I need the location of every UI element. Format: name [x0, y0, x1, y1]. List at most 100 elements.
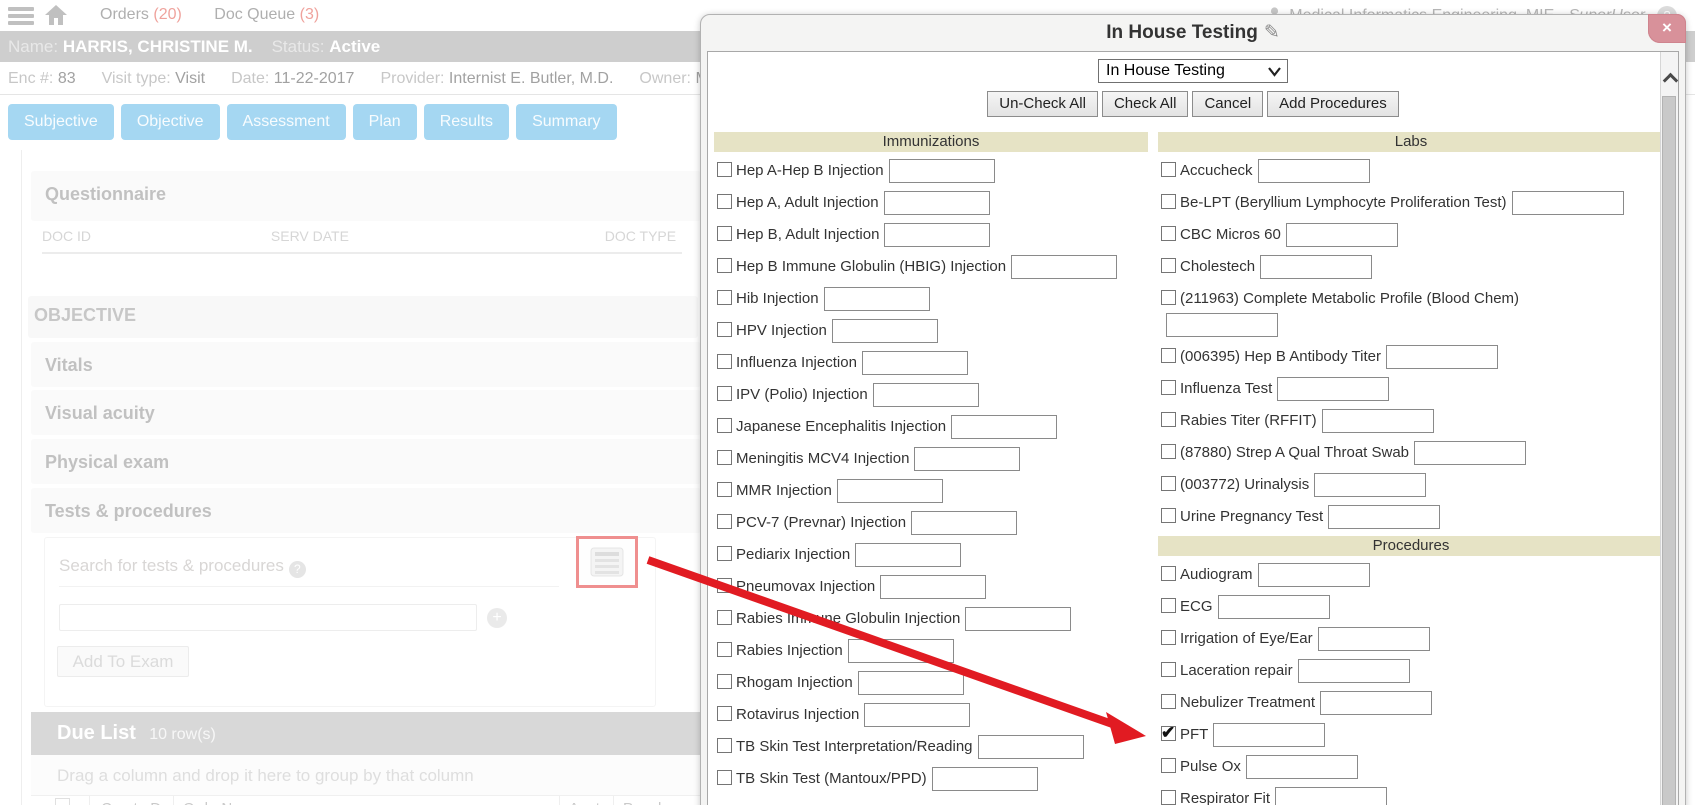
item-checkbox[interactable] — [1161, 444, 1176, 459]
scroll-up-icon[interactable] — [1661, 66, 1678, 90]
un-check-all-button[interactable]: Un-Check All — [987, 91, 1098, 117]
item-checkbox[interactable] — [1161, 630, 1176, 645]
item-checkbox[interactable] — [717, 162, 732, 177]
column-header-create-date[interactable]: Create D — [101, 800, 161, 805]
orders-link[interactable]: Orders (20) — [100, 6, 182, 23]
item-value-input[interactable] — [1275, 787, 1387, 805]
item-checkbox[interactable] — [1161, 726, 1176, 741]
column-header-appt[interactable]: Appt — [569, 800, 600, 805]
close-icon[interactable]: × — [1648, 14, 1686, 43]
item-value-input[interactable] — [1260, 255, 1372, 279]
tests-procedures-section-header[interactable]: Tests & procedures — [31, 488, 701, 533]
item-checkbox[interactable] — [717, 450, 732, 465]
item-value-input[interactable] — [1328, 505, 1440, 529]
item-checkbox[interactable] — [717, 642, 732, 657]
item-value-input[interactable] — [914, 447, 1020, 471]
item-checkbox[interactable] — [717, 738, 732, 753]
tab-plan[interactable]: Plan — [353, 104, 417, 140]
item-checkbox[interactable] — [717, 578, 732, 593]
item-value-input[interactable] — [1218, 595, 1330, 619]
item-value-input[interactable] — [880, 575, 986, 599]
scrollbar-thumb[interactable] — [1662, 96, 1676, 805]
item-value-input[interactable] — [864, 703, 970, 727]
item-value-input[interactable] — [911, 511, 1017, 535]
item-checkbox[interactable] — [1161, 226, 1176, 241]
cancel-button[interactable]: Cancel — [1192, 91, 1263, 117]
item-checkbox[interactable] — [1161, 476, 1176, 491]
tests-search-input[interactable] — [59, 604, 477, 631]
item-checkbox[interactable] — [717, 322, 732, 337]
item-value-input[interactable] — [855, 543, 961, 567]
item-checkbox[interactable] — [1161, 758, 1176, 773]
item-value-input[interactable] — [932, 767, 1038, 791]
item-value-input[interactable] — [1298, 659, 1410, 683]
item-value-input[interactable] — [832, 319, 938, 343]
item-value-input[interactable] — [1258, 563, 1370, 587]
item-value-input[interactable] — [1277, 377, 1389, 401]
item-value-input[interactable] — [978, 735, 1084, 759]
physical-exam-section-header[interactable]: Physical exam — [31, 439, 701, 484]
item-checkbox[interactable] — [1161, 662, 1176, 677]
quicklist-icon-button[interactable] — [576, 536, 638, 588]
item-checkbox[interactable] — [1161, 790, 1176, 805]
tab-objective[interactable]: Objective — [121, 104, 220, 140]
doc-queue-link[interactable]: Doc Queue (3) — [214, 6, 319, 23]
item-value-input[interactable] — [1318, 627, 1430, 651]
item-value-input[interactable] — [1213, 723, 1325, 747]
item-checkbox[interactable] — [717, 770, 732, 785]
check-all-button[interactable]: Check All — [1102, 91, 1189, 117]
item-value-input[interactable] — [837, 479, 943, 503]
visual-acuity-section-header[interactable]: Visual acuity — [31, 390, 701, 435]
item-value-input[interactable] — [862, 351, 968, 375]
add-procedures-button[interactable]: Add Procedures — [1267, 91, 1399, 117]
item-checkbox[interactable] — [1161, 412, 1176, 427]
item-checkbox[interactable] — [1161, 162, 1176, 177]
item-checkbox[interactable] — [1161, 380, 1176, 395]
quicklist-select[interactable]: In House Testing — [1098, 59, 1288, 83]
item-checkbox[interactable] — [1161, 508, 1176, 523]
item-checkbox[interactable] — [717, 514, 732, 529]
menu-icon[interactable] — [8, 7, 34, 25]
item-checkbox[interactable] — [717, 290, 732, 305]
item-value-input[interactable] — [1386, 345, 1498, 369]
column-header-ordername[interactable]: OrderName — [183, 800, 261, 805]
item-value-input[interactable] — [965, 607, 1071, 631]
item-checkbox[interactable] — [717, 386, 732, 401]
item-value-input[interactable] — [848, 639, 954, 663]
item-checkbox[interactable] — [717, 194, 732, 209]
item-checkbox[interactable] — [1161, 566, 1176, 581]
item-value-input[interactable] — [1512, 191, 1624, 215]
item-value-input[interactable] — [824, 287, 930, 311]
tab-subjective[interactable]: Subjective — [8, 104, 114, 140]
add-to-exam-button[interactable]: Add To Exam — [57, 646, 189, 677]
item-value-input[interactable] — [951, 415, 1057, 439]
item-checkbox[interactable] — [1161, 694, 1176, 709]
item-value-input[interactable] — [884, 191, 990, 215]
item-value-input[interactable] — [1414, 441, 1526, 465]
item-value-input[interactable] — [1286, 223, 1398, 247]
questionnaire-section-header[interactable]: Questionnaire — [31, 171, 701, 221]
tab-assessment[interactable]: Assessment — [227, 104, 346, 140]
item-value-input[interactable] — [1166, 313, 1278, 337]
item-checkbox[interactable] — [1161, 598, 1176, 613]
due-list-header[interactable]: Due List 10 row(s) — [31, 712, 701, 755]
item-value-input[interactable] — [1314, 473, 1426, 497]
vitals-section-header[interactable]: Vitals — [31, 342, 701, 387]
item-value-input[interactable] — [1011, 255, 1117, 279]
item-checkbox[interactable] — [717, 610, 732, 625]
item-checkbox[interactable] — [717, 674, 732, 689]
item-value-input[interactable] — [889, 159, 995, 183]
edit-pencil-icon[interactable]: ✎ — [1264, 22, 1280, 43]
item-value-input[interactable] — [1320, 691, 1432, 715]
item-value-input[interactable] — [873, 383, 979, 407]
item-value-input[interactable] — [1258, 159, 1370, 183]
item-checkbox[interactable] — [1161, 290, 1176, 305]
select-all-checkbox[interactable] — [55, 798, 70, 805]
item-checkbox[interactable] — [1161, 348, 1176, 363]
tab-summary[interactable]: Summary — [516, 104, 616, 140]
item-checkbox[interactable] — [717, 226, 732, 241]
item-checkbox[interactable] — [717, 258, 732, 273]
column-header-panel[interactable]: Panel — [623, 800, 661, 805]
item-checkbox[interactable] — [1161, 194, 1176, 209]
item-checkbox[interactable] — [717, 418, 732, 433]
